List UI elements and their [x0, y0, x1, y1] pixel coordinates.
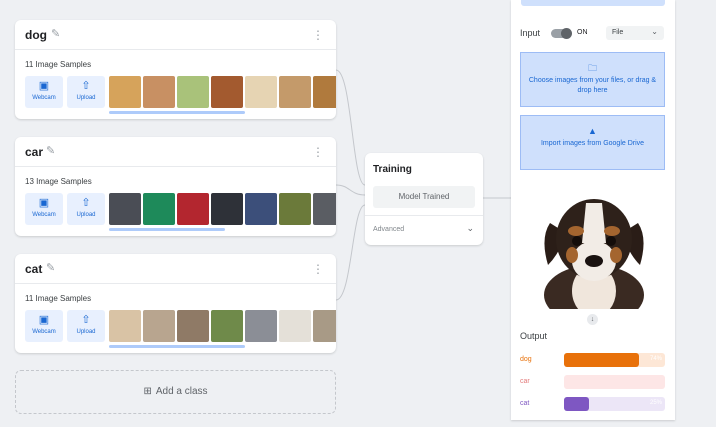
pencil-icon[interactable]: ✎: [46, 261, 55, 274]
sample-thumbnail[interactable]: [109, 193, 141, 225]
output-row-dog: dog 74%: [520, 353, 665, 367]
class-card-dog: dog ✎ ⋮ 11 Image Samples ▣ Webcam ⇧ Uplo…: [15, 20, 336, 119]
confidence-bar: [564, 375, 665, 389]
toggle-knob: [561, 28, 572, 39]
sample-thumbnail[interactable]: [109, 310, 141, 342]
confidence-percent: 74%: [649, 356, 662, 362]
upload-button[interactable]: ⇧ Upload: [67, 310, 105, 342]
sample-thumbnail[interactable]: [143, 76, 175, 108]
confidence-bar: 74%: [564, 353, 665, 367]
samples-count: 11 Image Samples: [25, 60, 92, 69]
sample-thumbnail[interactable]: [313, 193, 336, 225]
divider: [365, 215, 483, 216]
pencil-icon[interactable]: ✎: [46, 144, 55, 157]
export-model-button[interactable]: [521, 0, 665, 6]
pencil-icon[interactable]: ✎: [51, 27, 60, 40]
sample-thumbnail[interactable]: [245, 76, 277, 108]
add-box-icon: ⊞: [143, 386, 152, 397]
webcam-button[interactable]: ▣ Webcam: [25, 193, 63, 225]
upload-button[interactable]: ⇧ Upload: [67, 193, 105, 225]
thumbnail-scrollbar[interactable]: [109, 228, 225, 231]
sample-thumbnail[interactable]: [211, 76, 243, 108]
sample-thumbnail[interactable]: [143, 310, 175, 342]
sample-thumbnails: [109, 310, 336, 343]
confidence-percent: 25%: [649, 400, 662, 406]
chevron-down-icon: ⌄: [651, 27, 658, 36]
output-label: Output: [520, 331, 548, 341]
output-class-name: cat: [520, 400, 530, 407]
upload-icon: ⇧: [81, 197, 91, 209]
sample-thumbnail[interactable]: [245, 310, 277, 342]
confidence-fill: [564, 397, 590, 411]
class-card-header: cat ✎ ⋮: [15, 254, 336, 284]
input-toggle[interactable]: [551, 28, 572, 39]
sample-thumbnail[interactable]: [279, 76, 311, 108]
output-class-name: dog: [520, 356, 532, 363]
preview-image: [532, 183, 656, 309]
puppy-image: [544, 199, 644, 309]
webcam-icon: ▣: [38, 314, 50, 326]
training-panel: Training Model Trained Advanced ⌄: [365, 153, 483, 245]
advanced-toggle[interactable]: Advanced: [373, 226, 404, 233]
chevron-down-icon[interactable]: ⌄: [466, 223, 474, 234]
output-row-car: car: [520, 375, 665, 389]
confidence-fill: [564, 353, 639, 367]
sample-thumbnail[interactable]: [245, 193, 277, 225]
sample-thumbnail[interactable]: [143, 193, 175, 225]
model-trained-button[interactable]: Model Trained: [373, 186, 475, 208]
sample-thumbnail[interactable]: [279, 310, 311, 342]
folder-icon: 🗀: [587, 63, 597, 73]
sample-thumbnail[interactable]: [211, 310, 243, 342]
sample-thumbnails: [109, 76, 336, 109]
confidence-bar: 25%: [564, 397, 665, 411]
output-row-cat: cat 25%: [520, 397, 665, 411]
sample-thumbnail[interactable]: [177, 193, 209, 225]
class-card-cat: cat ✎ ⋮ 11 Image Samples ▣ Webcam ⇧ Uplo…: [15, 254, 336, 353]
output-class-name: car: [520, 378, 530, 385]
thumbnail-scrollbar[interactable]: [109, 345, 245, 348]
sample-thumbnail[interactable]: [211, 193, 243, 225]
class-card-header: car ✎ ⋮: [15, 137, 336, 167]
sample-thumbnail[interactable]: [177, 76, 209, 108]
upload-icon: ⇧: [81, 80, 91, 92]
arrow-down-icon: ↓: [587, 314, 598, 325]
input-source-select[interactable]: File ⌄: [606, 26, 664, 40]
webcam-button[interactable]: ▣ Webcam: [25, 76, 63, 108]
webcam-icon: ▣: [38, 197, 50, 209]
sample-thumbnail[interactable]: [177, 310, 209, 342]
training-title: Training: [373, 164, 412, 175]
sample-thumbnail[interactable]: [279, 193, 311, 225]
sample-thumbnail[interactable]: [109, 76, 141, 108]
samples-count: 13 Image Samples: [25, 177, 92, 186]
more-options-icon[interactable]: ⋮: [312, 262, 324, 276]
webcam-button[interactable]: ▣ Webcam: [25, 310, 63, 342]
sample-thumbnail[interactable]: [313, 310, 336, 342]
class-name[interactable]: car: [25, 145, 43, 159]
sample-thumbnail[interactable]: [313, 76, 336, 108]
class-card-header: dog ✎ ⋮: [15, 20, 336, 50]
add-class-button[interactable]: ⊞ Add a class: [15, 370, 336, 414]
google-drive-import[interactable]: ▲ Import images from Google Drive: [520, 115, 665, 170]
file-drop-zone[interactable]: 🗀 Choose images from your files, or drag…: [520, 52, 665, 107]
more-options-icon[interactable]: ⋮: [312, 28, 324, 42]
toggle-state-label: ON: [577, 29, 588, 36]
samples-count: 11 Image Samples: [25, 294, 92, 303]
upload-button[interactable]: ⇧ Upload: [67, 76, 105, 108]
sample-thumbnails: [109, 193, 336, 226]
thumbnail-scrollbar[interactable]: [109, 111, 245, 114]
class-name[interactable]: dog: [25, 28, 47, 42]
class-card-car: car ✎ ⋮ 13 Image Samples ▣ Webcam ⇧ Uplo…: [15, 137, 336, 236]
upload-icon: ⇧: [81, 314, 91, 326]
google-drive-icon: ▲: [588, 126, 597, 136]
more-options-icon[interactable]: ⋮: [312, 145, 324, 159]
webcam-icon: ▣: [38, 80, 50, 92]
class-name[interactable]: cat: [25, 262, 42, 276]
input-label: Input: [520, 28, 541, 38]
